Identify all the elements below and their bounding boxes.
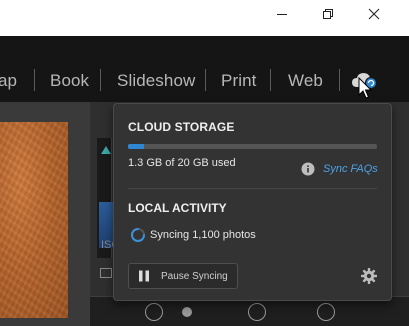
storage-used-text: 1.3 GB of 20 GB used bbox=[128, 157, 236, 169]
module-separator bbox=[205, 69, 206, 91]
minimize-icon bbox=[277, 14, 287, 15]
pause-icon bbox=[139, 270, 149, 282]
mouse-cursor-icon bbox=[358, 77, 372, 99]
module-book[interactable]: Book bbox=[50, 71, 89, 91]
cloud-storage-title: CLOUD STORAGE bbox=[128, 120, 235, 134]
storage-progress-fill bbox=[128, 144, 145, 149]
original-photo-toggle-icon[interactable] bbox=[100, 268, 112, 278]
photo-texture bbox=[0, 122, 68, 318]
module-separator bbox=[270, 69, 271, 91]
sync-faqs-link[interactable]: Sync FAQs bbox=[323, 163, 378, 175]
sync-spinner-icon bbox=[131, 228, 145, 242]
restore-icon bbox=[323, 9, 333, 19]
clipping-indicator-icon[interactable] bbox=[101, 146, 111, 154]
close-button[interactable] bbox=[351, 0, 397, 28]
red-eye-icon[interactable] bbox=[248, 303, 266, 321]
pause-syncing-button[interactable]: Pause Syncing bbox=[128, 263, 238, 289]
gear-icon[interactable] bbox=[361, 268, 377, 284]
module-separator bbox=[339, 69, 340, 91]
storage-progress-bar bbox=[128, 144, 377, 149]
close-icon bbox=[368, 8, 380, 20]
module-separator bbox=[34, 69, 35, 91]
module-map[interactable]: ap bbox=[0, 71, 17, 91]
module-slideshow[interactable]: Slideshow bbox=[117, 71, 195, 91]
module-separator bbox=[100, 69, 101, 91]
title-bar bbox=[0, 0, 409, 36]
pause-syncing-label: Pause Syncing bbox=[161, 271, 228, 282]
spot-removal-icon[interactable] bbox=[182, 307, 192, 317]
divider bbox=[128, 188, 377, 189]
minimize-button[interactable] bbox=[259, 0, 305, 28]
crop-tool-icon[interactable] bbox=[145, 303, 163, 321]
local-activity-title: LOCAL ACTIVITY bbox=[128, 201, 227, 215]
syncing-status: Syncing 1,100 photos bbox=[150, 229, 256, 241]
module-picker: ap Book Slideshow Print Web bbox=[0, 36, 409, 102]
cloud-storage-popover: CLOUD STORAGE 1.3 GB of 20 GB used Sync … bbox=[113, 103, 392, 301]
module-web[interactable]: Web bbox=[288, 71, 323, 91]
info-icon[interactable] bbox=[301, 162, 315, 176]
app-window: ap Book Slideshow Print Web ISO CLOUD ST… bbox=[0, 0, 409, 326]
graduated-filter-icon[interactable] bbox=[317, 303, 335, 321]
restore-button[interactable] bbox=[305, 0, 351, 28]
module-print[interactable]: Print bbox=[221, 71, 256, 91]
